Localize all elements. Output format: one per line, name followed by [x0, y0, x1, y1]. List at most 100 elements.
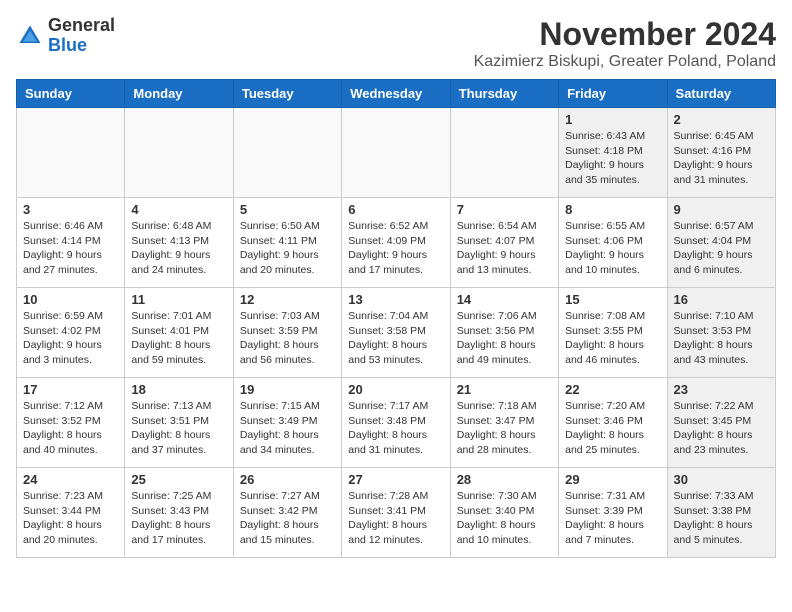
header-saturday: Saturday: [667, 80, 775, 108]
day-info: Sunrise: 7:28 AM Sunset: 3:41 PM Dayligh…: [348, 489, 443, 548]
day-number: 24: [23, 472, 118, 487]
table-row: 20 Sunrise: 7:17 AM Sunset: 3:48 PM Dayli…: [342, 378, 450, 468]
day-info: Sunrise: 7:31 AM Sunset: 3:39 PM Dayligh…: [565, 489, 660, 548]
table-row: 22 Sunrise: 7:20 AM Sunset: 3:46 PM Dayli…: [559, 378, 667, 468]
table-row: 8Sunrise: 6:55 AM Sunset: 4:06 PM Daylig…: [559, 198, 667, 288]
day-number: 20: [348, 382, 443, 397]
day-info: Sunrise: 7:13 AM Sunset: 3:51 PM Dayligh…: [131, 399, 226, 458]
week-row-5: 24 Sunrise: 7:23 AM Sunset: 3:44 PM Dayli…: [17, 468, 776, 558]
table-row: 16Sunrise: 7:10 AM Sunset: 3:53 PM Dayli…: [667, 288, 775, 378]
table-row: 29 Sunrise: 7:31 AM Sunset: 3:39 PM Dayli…: [559, 468, 667, 558]
header-monday: Monday: [125, 80, 233, 108]
table-row: 28 Sunrise: 7:30 AM Sunset: 3:40 PM Dayli…: [450, 468, 558, 558]
day-number: 26: [240, 472, 335, 487]
table-row: 26Sunrise: 7:27 AM Sunset: 3:42 PM Dayli…: [233, 468, 341, 558]
day-number: 2: [674, 112, 769, 127]
header-friday: Friday: [559, 80, 667, 108]
table-row: [125, 108, 233, 198]
logo-blue-text: Blue: [48, 35, 87, 55]
day-number: 14: [457, 292, 552, 307]
table-row: 24 Sunrise: 7:23 AM Sunset: 3:44 PM Dayli…: [17, 468, 125, 558]
day-number: 22: [565, 382, 660, 397]
logo: General Blue: [16, 16, 115, 56]
day-info: Sunrise: 6:55 AM Sunset: 4:06 PM Dayligh…: [565, 219, 660, 278]
header-thursday: Thursday: [450, 80, 558, 108]
week-row-4: 17 Sunrise: 7:12 AM Sunset: 3:52 PM Dayli…: [17, 378, 776, 468]
day-number: 6: [348, 202, 443, 217]
day-number: 1: [565, 112, 660, 127]
day-number: 13: [348, 292, 443, 307]
header-tuesday: Tuesday: [233, 80, 341, 108]
day-info: Sunrise: 6:59 AM Sunset: 4:02 PM Dayligh…: [23, 309, 118, 368]
day-number: 30: [674, 472, 769, 487]
table-row: 4Sunrise: 6:48 AM Sunset: 4:13 PM Daylig…: [125, 198, 233, 288]
table-row: 7 Sunrise: 6:54 AM Sunset: 4:07 PM Daylig…: [450, 198, 558, 288]
table-row: 14 Sunrise: 7:06 AM Sunset: 3:56 PM Dayli…: [450, 288, 558, 378]
day-number: 25: [131, 472, 226, 487]
table-row: 13 Sunrise: 7:04 AM Sunset: 3:58 PM Dayli…: [342, 288, 450, 378]
table-row: 23 Sunrise: 7:22 AM Sunset: 3:45 PM Dayli…: [667, 378, 775, 468]
table-row: 11 Sunrise: 7:01 AM Sunset: 4:01 PM Dayli…: [125, 288, 233, 378]
day-number: 18: [131, 382, 226, 397]
day-number: 28: [457, 472, 552, 487]
day-number: 7: [457, 202, 552, 217]
month-title: November 2024: [474, 16, 776, 53]
day-number: 19: [240, 382, 335, 397]
week-row-1: 1Sunrise: 6:43 AM Sunset: 4:18 PM Daylig…: [17, 108, 776, 198]
table-row: 5Sunrise: 6:50 AM Sunset: 4:11 PM Daylig…: [233, 198, 341, 288]
day-info: Sunrise: 7:22 AM Sunset: 3:45 PM Dayligh…: [674, 399, 769, 458]
day-info: Sunrise: 7:23 AM Sunset: 3:44 PM Dayligh…: [23, 489, 118, 548]
day-info: Sunrise: 7:06 AM Sunset: 3:56 PM Dayligh…: [457, 309, 552, 368]
day-info: Sunrise: 7:01 AM Sunset: 4:01 PM Dayligh…: [131, 309, 226, 368]
table-row: [233, 108, 341, 198]
day-info: Sunrise: 7:30 AM Sunset: 3:40 PM Dayligh…: [457, 489, 552, 548]
table-row: 3Sunrise: 6:46 AM Sunset: 4:14 PM Daylig…: [17, 198, 125, 288]
day-number: 3: [23, 202, 118, 217]
day-info: Sunrise: 7:10 AM Sunset: 3:53 PM Dayligh…: [674, 309, 769, 368]
day-info: Sunrise: 7:17 AM Sunset: 3:48 PM Dayligh…: [348, 399, 443, 458]
table-row: 6 Sunrise: 6:52 AM Sunset: 4:09 PM Daylig…: [342, 198, 450, 288]
table-row: 27 Sunrise: 7:28 AM Sunset: 3:41 PM Dayli…: [342, 468, 450, 558]
day-info: Sunrise: 6:50 AM Sunset: 4:11 PM Dayligh…: [240, 219, 335, 278]
title-section: November 2024 Kazimierz Biskupi, Greater…: [474, 16, 776, 71]
day-info: Sunrise: 6:52 AM Sunset: 4:09 PM Dayligh…: [348, 219, 443, 278]
weekday-header-row: Sunday Monday Tuesday Wednesday Thursday…: [17, 80, 776, 108]
table-row: 30Sunrise: 7:33 AM Sunset: 3:38 PM Dayli…: [667, 468, 775, 558]
day-info: Sunrise: 7:03 AM Sunset: 3:59 PM Dayligh…: [240, 309, 335, 368]
day-info: Sunrise: 7:08 AM Sunset: 3:55 PM Dayligh…: [565, 309, 660, 368]
day-info: Sunrise: 7:25 AM Sunset: 3:43 PM Dayligh…: [131, 489, 226, 548]
day-info: Sunrise: 6:48 AM Sunset: 4:13 PM Dayligh…: [131, 219, 226, 278]
day-number: 12: [240, 292, 335, 307]
day-number: 27: [348, 472, 443, 487]
day-info: Sunrise: 7:15 AM Sunset: 3:49 PM Dayligh…: [240, 399, 335, 458]
table-row: [17, 108, 125, 198]
day-number: 9: [674, 202, 769, 217]
day-number: 23: [674, 382, 769, 397]
week-row-3: 10 Sunrise: 6:59 AM Sunset: 4:02 PM Dayli…: [17, 288, 776, 378]
calendar-table: Sunday Monday Tuesday Wednesday Thursday…: [16, 79, 776, 558]
table-row: 17 Sunrise: 7:12 AM Sunset: 3:52 PM Dayli…: [17, 378, 125, 468]
table-row: 18 Sunrise: 7:13 AM Sunset: 3:51 PM Dayli…: [125, 378, 233, 468]
table-row: 25 Sunrise: 7:25 AM Sunset: 3:43 PM Dayli…: [125, 468, 233, 558]
table-row: 10 Sunrise: 6:59 AM Sunset: 4:02 PM Dayli…: [17, 288, 125, 378]
logo-icon: [16, 22, 44, 50]
day-number: 15: [565, 292, 660, 307]
header-wednesday: Wednesday: [342, 80, 450, 108]
day-number: 11: [131, 292, 226, 307]
day-number: 21: [457, 382, 552, 397]
day-info: Sunrise: 6:54 AM Sunset: 4:07 PM Dayligh…: [457, 219, 552, 278]
day-info: Sunrise: 7:20 AM Sunset: 3:46 PM Dayligh…: [565, 399, 660, 458]
day-info: Sunrise: 6:57 AM Sunset: 4:04 PM Dayligh…: [674, 219, 769, 278]
logo-general-text: General: [48, 15, 115, 35]
day-info: Sunrise: 6:45 AM Sunset: 4:16 PM Dayligh…: [674, 129, 769, 188]
day-number: 17: [23, 382, 118, 397]
table-row: 1Sunrise: 6:43 AM Sunset: 4:18 PM Daylig…: [559, 108, 667, 198]
day-number: 10: [23, 292, 118, 307]
day-info: Sunrise: 7:04 AM Sunset: 3:58 PM Dayligh…: [348, 309, 443, 368]
day-info: Sunrise: 7:18 AM Sunset: 3:47 PM Dayligh…: [457, 399, 552, 458]
table-row: 15 Sunrise: 7:08 AM Sunset: 3:55 PM Dayli…: [559, 288, 667, 378]
week-row-2: 3Sunrise: 6:46 AM Sunset: 4:14 PM Daylig…: [17, 198, 776, 288]
day-info: Sunrise: 7:12 AM Sunset: 3:52 PM Dayligh…: [23, 399, 118, 458]
day-number: 29: [565, 472, 660, 487]
table-row: 19 Sunrise: 7:15 AM Sunset: 3:49 PM Dayli…: [233, 378, 341, 468]
